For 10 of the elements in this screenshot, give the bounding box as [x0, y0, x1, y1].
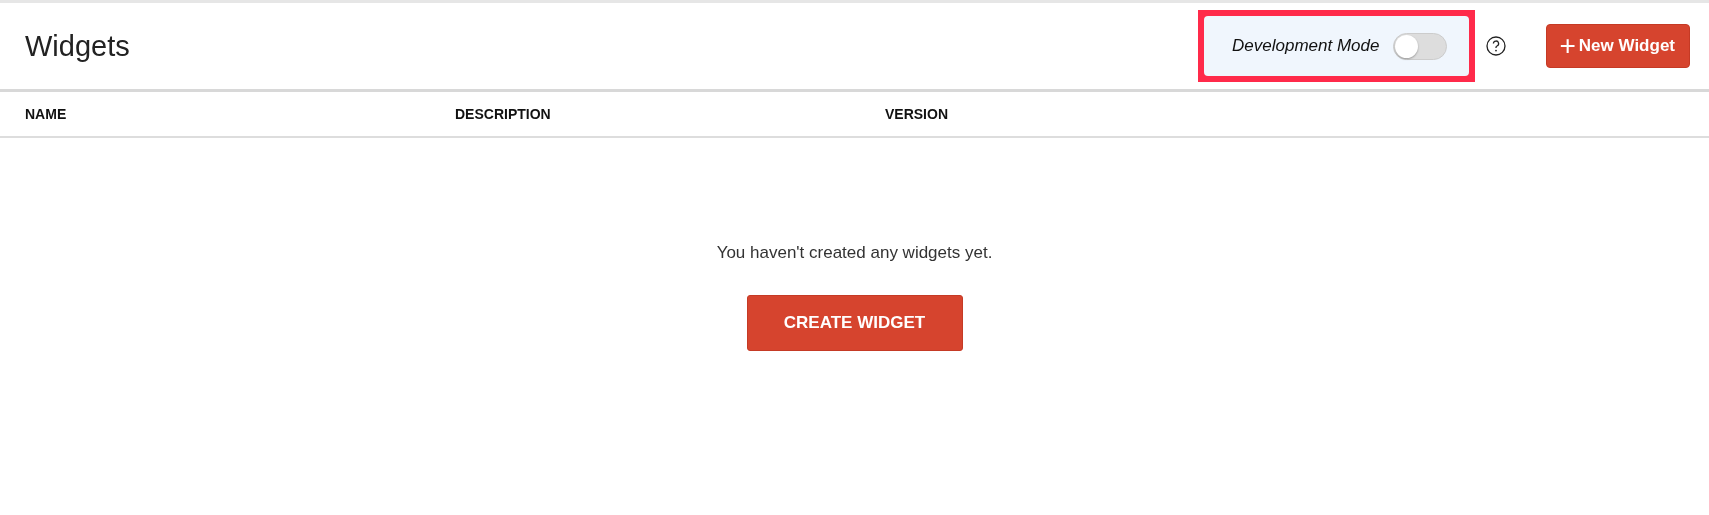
- create-widget-button[interactable]: CREATE WIDGET: [746, 295, 963, 351]
- column-header: NAME: [25, 106, 67, 122]
- help-icon[interactable]: [1486, 36, 1507, 56]
- toggle-switch[interactable]: [1393, 32, 1448, 60]
- new-widget-button[interactable]: +New Widget: [1546, 24, 1690, 68]
- page-title: Widgets: [25, 29, 130, 63]
- toggle-label: Development Mode: [1232, 36, 1380, 56]
- empty-message: You haven't created any widgets yet.: [716, 243, 993, 263]
- column-header: VERSION: [885, 106, 948, 122]
- column-header: DESCRIPTION: [455, 106, 551, 122]
